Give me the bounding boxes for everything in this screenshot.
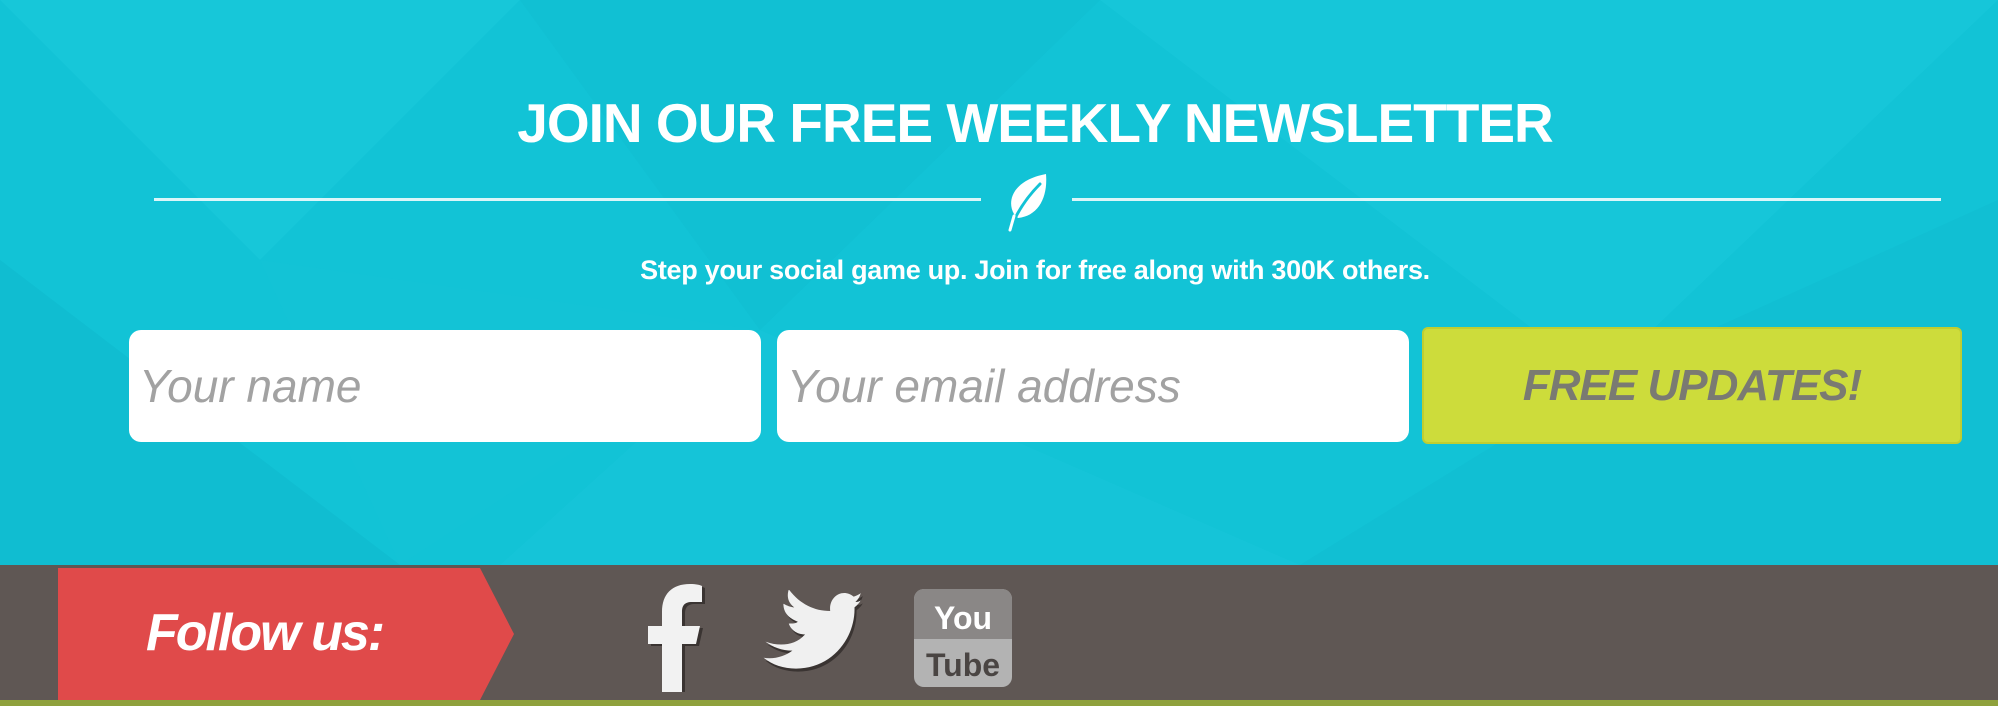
newsletter-section: JOIN OUR FREE WEEKLY NEWSLETTER Step you… — [0, 0, 1998, 565]
name-input[interactable] — [129, 330, 761, 442]
newsletter-title: JOIN OUR FREE WEEKLY NEWSLETTER — [517, 92, 1554, 154]
youtube-logo-bottom: Tube — [926, 647, 1000, 683]
divider-left — [154, 198, 981, 201]
free-updates-button[interactable]: FREE UPDATES! — [1422, 327, 1962, 444]
leaf-icon — [1008, 174, 1047, 232]
divider-right — [1072, 198, 1941, 201]
facebook-icon[interactable] — [628, 580, 708, 694]
youtube-icon[interactable]: You Tube — [914, 589, 1012, 687]
newsletter-subtitle: Step your social game up. Join for free … — [640, 255, 1430, 285]
twitter-icon[interactable] — [760, 589, 872, 680]
email-input[interactable] — [777, 330, 1409, 442]
follow-label: Follow us: — [146, 604, 385, 662]
footer-bottom-strip — [0, 700, 1998, 706]
youtube-logo-top: You — [934, 600, 992, 636]
